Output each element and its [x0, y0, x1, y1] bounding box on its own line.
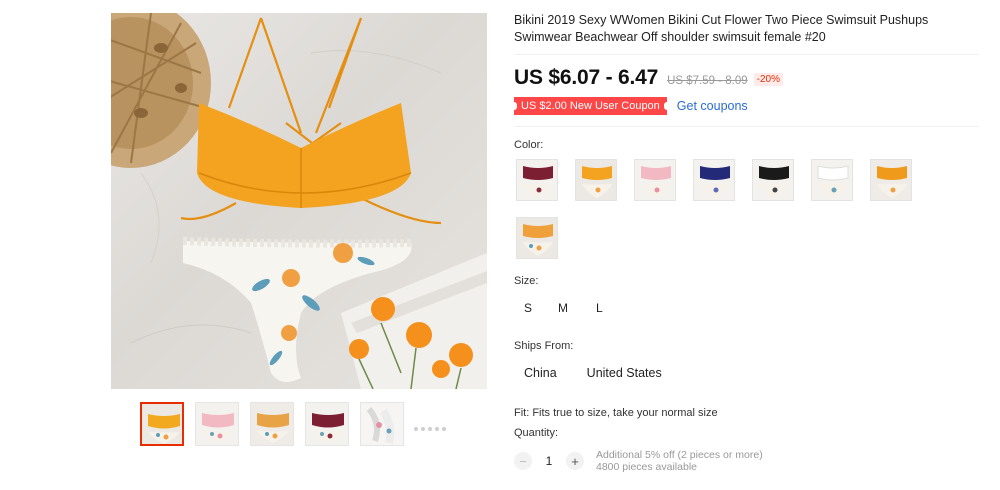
get-coupons-link[interactable]: Get coupons: [677, 99, 748, 113]
color-label: Color:: [514, 139, 544, 151]
more-thumbnails-indicator: [414, 418, 454, 431]
ships-option-united-states[interactable]: United States: [587, 366, 662, 382]
color-swatch-orange-print[interactable]: [516, 217, 558, 259]
ships-option-china[interactable]: China: [524, 366, 557, 382]
quantity-value[interactable]: 1: [532, 454, 566, 468]
swatch-image: [694, 160, 734, 200]
swatch-image: [576, 160, 616, 200]
color-swatches: [514, 159, 979, 275]
color-swatch-white[interactable]: [811, 159, 853, 201]
price: US $6.07 - 6.47: [514, 66, 659, 89]
straw-hat: [111, 13, 211, 168]
swatch-image: [635, 160, 675, 200]
price-row: US $6.07 - 6.47 US $7.59 - 8.09 -20%: [514, 66, 979, 90]
fit-note: Fit: Fits true to size, take your normal…: [514, 407, 718, 419]
main-product-image[interactable]: [111, 13, 487, 389]
thumbnail-2[interactable]: [195, 402, 239, 446]
swatch-image: [517, 218, 557, 258]
stock-available-text: 4800 pieces available: [596, 461, 697, 473]
thumbnail-3[interactable]: [250, 402, 294, 446]
swatch-image: [753, 160, 793, 200]
ships-from-label: Ships From:: [514, 340, 574, 352]
bulk-offer-text: Additional 5% off (2 pieces or more): [596, 449, 763, 461]
color-swatch-orange[interactable]: [575, 159, 617, 201]
product-title: Bikini 2019 Sexy WWomen Bikini Cut Flowe…: [514, 13, 929, 44]
quantity-stepper: − 1 + Additional 5% off (2 pieces or mor…: [514, 449, 979, 473]
thumbnail-4[interactable]: [305, 402, 349, 446]
quantity-decrease-button[interactable]: −: [514, 452, 532, 470]
new-user-coupon[interactable]: US $2.00 New User Coupon: [511, 96, 670, 115]
size-label: Size:: [514, 275, 539, 287]
thumbnail-image: [142, 404, 182, 444]
original-price: US $7.59 - 8.09: [667, 75, 748, 87]
color-swatch-black[interactable]: [752, 159, 794, 201]
divider: [514, 126, 979, 127]
swatch-image: [812, 160, 852, 200]
thumbnail-image: [251, 403, 293, 445]
size-option-m[interactable]: M: [558, 301, 568, 317]
color-swatch-navy[interactable]: [693, 159, 735, 201]
quantity-label: Quantity:: [514, 427, 559, 439]
thumbnail-1[interactable]: [140, 402, 184, 446]
ships-from-options: China United States: [514, 366, 979, 382]
coupon-row: US $2.00 New User Coupon Get coupons: [511, 96, 979, 115]
size-options: S M L: [514, 301, 979, 317]
swatch-image: [517, 160, 557, 200]
discount-badge: -20%: [753, 73, 784, 86]
quantity-info: Additional 5% off (2 pieces or more) 480…: [596, 449, 763, 473]
thumbnail-image: [196, 403, 238, 445]
divider: [514, 54, 979, 55]
thumbnail-strip: [140, 402, 470, 446]
color-swatch-pink[interactable]: [634, 159, 676, 201]
thumbnail-5[interactable]: [360, 402, 404, 446]
swatch-image: [871, 160, 911, 200]
color-swatch-burgundy[interactable]: [516, 159, 558, 201]
thumbnail-image: [361, 403, 403, 445]
size-option-s[interactable]: S: [524, 301, 532, 317]
size-option-l[interactable]: L: [596, 301, 603, 317]
product-info: Bikini 2019 Sexy WWomen Bikini Cut Flowe…: [511, 12, 979, 473]
thumbnail-image: [306, 403, 348, 445]
quantity-increase-button[interactable]: +: [566, 452, 584, 470]
product-photo: [111, 13, 487, 389]
color-swatch-orange-lace[interactable]: [870, 159, 912, 201]
